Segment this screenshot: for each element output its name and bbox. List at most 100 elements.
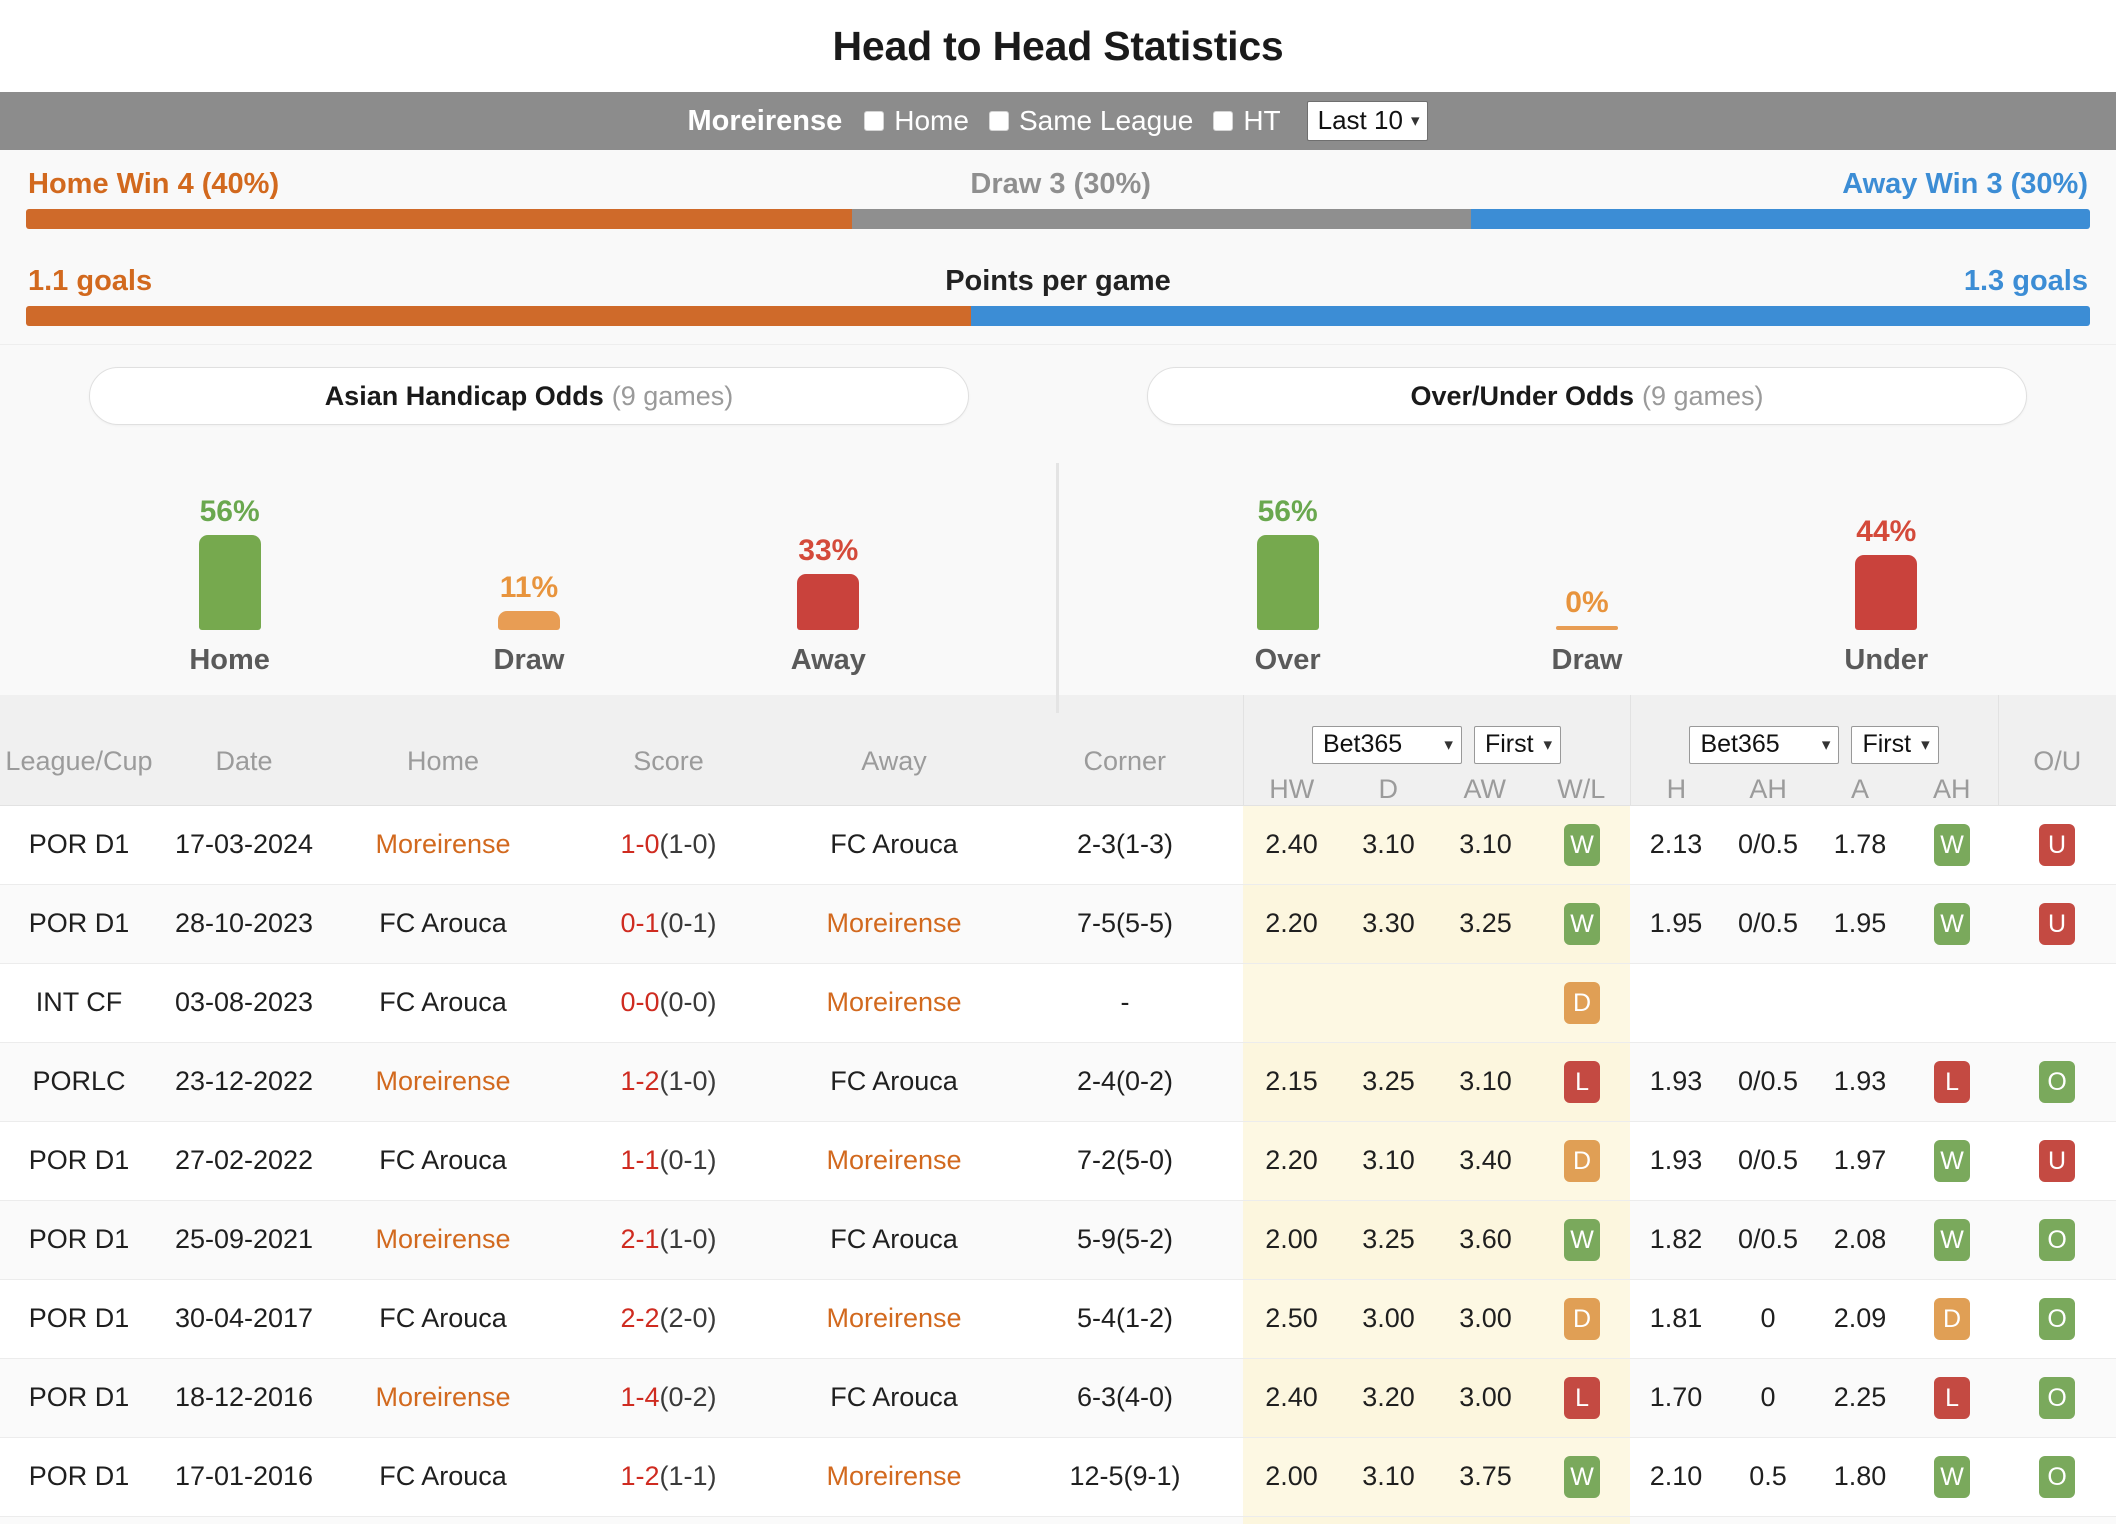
group2-period-select[interactable]: First ▾ [1851, 725, 1939, 764]
cell-odds-hw: 2.40 [1243, 805, 1340, 885]
checkbox-ht-box[interactable] [1213, 111, 1234, 131]
table-row[interactable]: POR D1 27-02-2022 FC Arouca 1-1(0-1) Moreire… [0, 1121, 2116, 1201]
cell-score: 0-1(0-1) [556, 884, 781, 964]
table-row[interactable]: PORLC 23-12-2022 Moreirense 1-2(1-0) FC Arou… [0, 1042, 2116, 1122]
table-row[interactable]: INT CF 03-08-2023 FC Arouca 0-0(0-0) Moreire… [0, 963, 2116, 1043]
cell-odds-hw: 2.00 [1243, 1437, 1340, 1517]
away-team-name[interactable]: FC Arouca [830, 1066, 958, 1096]
cell-ah-result: L [1906, 1358, 1999, 1438]
score-ht: (1-1) [659, 1461, 717, 1491]
cell-ah-h: 2.10 [1630, 1437, 1723, 1517]
cell-league: POR D1 [0, 1121, 158, 1201]
table-row[interactable]: POR D1 17-01-2016 FC Arouca 1-2(1-1) Moreire… [0, 1437, 2116, 1517]
bar-draw-shape [497, 611, 560, 630]
away-team-name[interactable]: Moreirense [826, 1303, 961, 1333]
cell-home: FC Arouca [330, 884, 556, 964]
h2h-page: Head to Head Statistics Moreirense Home … [0, 0, 2116, 1524]
home-team-name[interactable]: Moreirense [375, 829, 510, 859]
home-team-name[interactable]: FC Arouca [379, 1461, 507, 1491]
bar-draw-ou-shape [1555, 626, 1618, 630]
ppg-title: Points per game [945, 265, 1171, 297]
result-badge: U [2039, 902, 2076, 945]
group1-period-value: First [1484, 730, 1534, 758]
cell-date: 30-04-2017 [158, 1279, 330, 1359]
asian-handicap-header[interactable]: Asian Handicap Odds (9 games) [89, 367, 969, 425]
cell-away: FC Arouca [781, 1516, 1007, 1524]
col-date: Date [158, 695, 330, 806]
subcol-wl: W/L [1557, 773, 1606, 804]
checkbox-same-league[interactable]: Same League [988, 105, 1193, 137]
group1-period-select[interactable]: First ▾ [1473, 725, 1562, 764]
checkbox-home-box[interactable] [864, 111, 885, 131]
range-select[interactable]: Last 10 ▾ [1306, 101, 1429, 141]
ppg-home-goals: 1.1 goals [28, 265, 153, 297]
cell-league: POR D1 [0, 1200, 158, 1280]
cell-odds-hw [1243, 963, 1340, 1043]
checkbox-same-league-box[interactable] [988, 111, 1009, 131]
cell-home: Moreirense [330, 1042, 556, 1122]
cell-odds-wl: W [1534, 884, 1631, 964]
score-ht: (1-0) [659, 1066, 717, 1096]
cell-date: 27-02-2022 [158, 1121, 330, 1201]
away-team-name[interactable]: FC Arouca [830, 1224, 958, 1254]
bar-over-name: Over [1254, 644, 1321, 676]
group1-bookmaker-select[interactable]: Bet365 ▾ [1311, 725, 1462, 764]
cell-ah-a: 1.80 [1814, 1437, 1907, 1517]
filter-bar: Moreirense Home Same League HT Last 10 ▾ [0, 92, 2116, 150]
col-league-label: League/Cup [5, 745, 153, 776]
result-badge: W [1934, 1139, 1971, 1182]
cell-league: POR D1 [0, 1358, 158, 1438]
cell-score: 0-2(0-0) [556, 1516, 781, 1524]
cell-odds-wl: D [1534, 963, 1631, 1043]
cell-ah-result: W [1906, 1121, 1999, 1201]
cell-away: Moreirense [781, 1279, 1007, 1359]
over-under-panel: Over/Under Odds (9 games) 56% Over 0% Dr… [1058, 367, 2116, 695]
cell-ah-h: 1.82 [1630, 1200, 1723, 1280]
cell-home: Moreirense [330, 1358, 556, 1438]
cell-odds-aw: 3.25 [1437, 884, 1534, 964]
cell-home: FC Arouca [330, 1279, 556, 1359]
cell-ah-a: 1.95 [1814, 1516, 1907, 1524]
group2-bookmaker-select[interactable]: Bet365 ▾ [1689, 725, 1840, 764]
cell-score: 0-0(0-0) [556, 963, 781, 1043]
table-row[interactable]: POR D116-08-2015Moreirense0-2(0-0)FC Aro… [0, 1516, 2116, 1524]
away-team-name[interactable]: Moreirense [826, 987, 961, 1017]
checkbox-ht[interactable]: HT [1213, 105, 1281, 137]
cell-odds-hw: 2.40 [1243, 1358, 1340, 1438]
checkbox-home[interactable]: Home [864, 105, 969, 137]
cell-ah-h: 1.95 [1630, 884, 1723, 964]
cell-corner: 6-3(4-0) [1007, 1358, 1243, 1438]
cell-odds-d: 3.25 [1340, 1042, 1437, 1122]
cell-odds-aw: 3.00 [1437, 1279, 1534, 1359]
away-team-name[interactable]: FC Arouca [830, 1382, 958, 1412]
home-team-name[interactable]: Moreirense [375, 1382, 510, 1412]
result-badge: W [1934, 823, 1971, 866]
cell-ah-result: L [1906, 1516, 1999, 1524]
cell-ah-h: 1.70 [1630, 1358, 1723, 1438]
cell-corner: - [1007, 963, 1243, 1043]
home-team-name[interactable]: FC Arouca [379, 987, 507, 1017]
cell-ah-result: W [1906, 805, 1999, 885]
away-team-name[interactable]: Moreirense [826, 1461, 961, 1491]
cell-ah-h [1630, 963, 1723, 1043]
home-team-name[interactable]: FC Arouca [379, 908, 507, 938]
away-team-name[interactable]: Moreirense [826, 1145, 961, 1175]
away-team-name[interactable]: Moreirense [826, 908, 961, 938]
table-row[interactable]: POR D1 25-09-2021 Moreirense 2-1(1-0) FC Aro… [0, 1200, 2116, 1280]
table-row[interactable]: POR D1 17-03-2024 Moreirense 1-0(1-0) FC Aro… [0, 805, 2116, 885]
group2-period-value: First [1862, 730, 1912, 758]
away-win-label: Away Win 3 (30%) [1842, 168, 2088, 200]
bar-col-home: 56% Home [140, 495, 320, 677]
table-row[interactable]: POR D1 28-10-2023 FC Arouca 0-1(0-1) Moreire… [0, 884, 2116, 964]
cell-score: 1-4(0-2) [556, 1358, 781, 1438]
home-team-name[interactable]: Moreirense [375, 1066, 510, 1096]
away-team-name[interactable]: FC Arouca [830, 829, 958, 859]
table-row[interactable]: POR D1 30-04-2017 FC Arouca 2-2(2-0) Moreire… [0, 1279, 2116, 1359]
table-row[interactable]: POR D1 18-12-2016 Moreirense 1-4(0-2) FC Aro… [0, 1358, 2116, 1438]
bar-away-pct: 33% [798, 534, 859, 567]
home-team-name[interactable]: FC Arouca [379, 1145, 507, 1175]
over-under-header[interactable]: Over/Under Odds (9 games) [1147, 367, 2027, 425]
cell-odds-d: 3.25 [1340, 1200, 1437, 1280]
home-team-name[interactable]: FC Arouca [379, 1303, 507, 1333]
home-team-name[interactable]: Moreirense [375, 1224, 510, 1254]
